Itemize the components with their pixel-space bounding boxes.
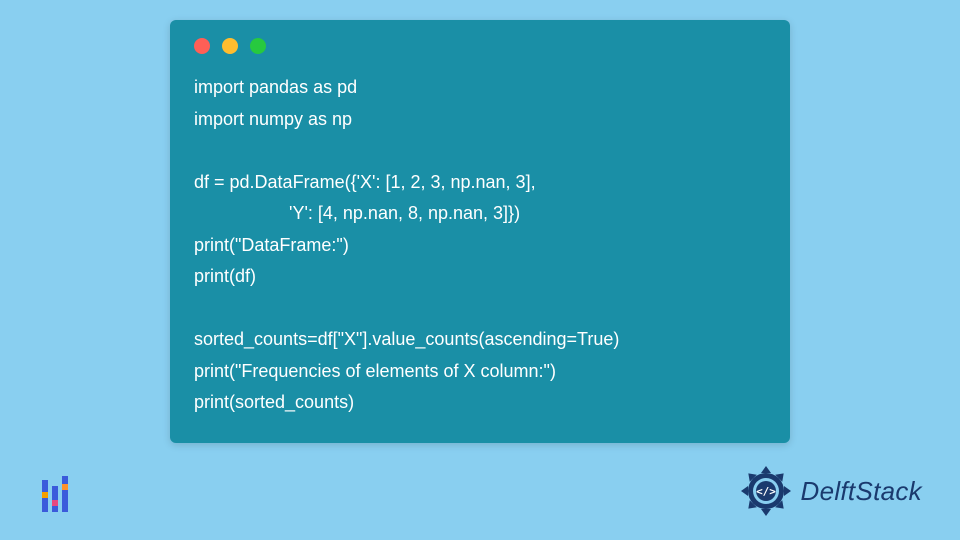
zoom-icon	[250, 38, 266, 54]
svg-text:</>: </>	[756, 485, 776, 498]
partner-logo-icon	[36, 474, 80, 518]
close-icon	[194, 38, 210, 54]
brand-name: DelftStack	[801, 476, 923, 507]
minimize-icon	[222, 38, 238, 54]
window-controls	[194, 38, 766, 54]
code-block: import pandas as pd import numpy as np d…	[194, 72, 766, 419]
brand-gear-icon: </>	[739, 464, 793, 518]
brand: </> DelftStack	[739, 464, 923, 518]
code-card: import pandas as pd import numpy as np d…	[170, 20, 790, 443]
